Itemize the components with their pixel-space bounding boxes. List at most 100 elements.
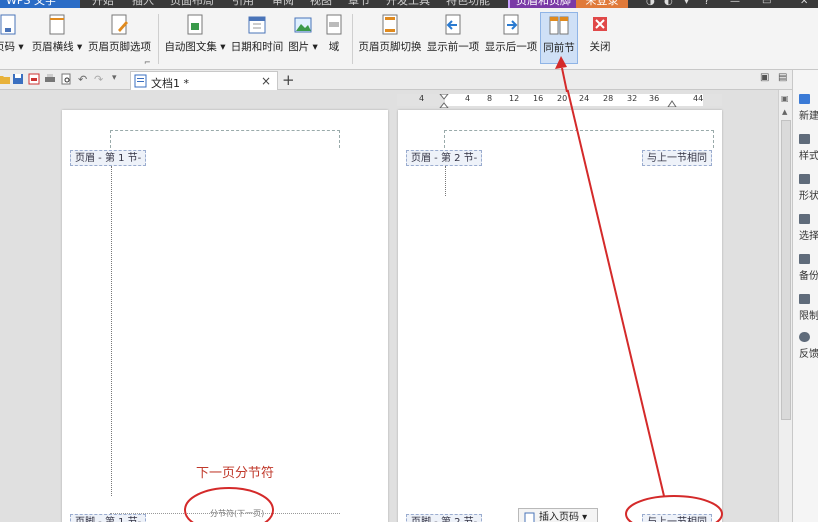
header-section-2-tag: 页眉 - 第 2 节-	[406, 150, 483, 166]
quick-access-dropdown-icon[interactable]: ▾	[112, 73, 124, 85]
footer-section-2-tag: 页脚 - 第 2 节-	[406, 514, 483, 522]
show-previous-button[interactable]: 显示前一项	[426, 12, 480, 64]
panel-backup-label: 备份	[799, 271, 818, 282]
panel-backup[interactable]: 备份	[799, 254, 818, 282]
menu-tab-header-footer[interactable]: 页眉和页脚	[508, 0, 577, 8]
panel-feedback-label: 反馈	[799, 349, 818, 360]
panel-restrict[interactable]: 限制	[799, 294, 818, 322]
page-section-2[interactable]: 页眉 - 第 2 节- 与上一节相同 页脚 - 第 2 节- 插入页码 ▾ 与上…	[398, 110, 722, 522]
header-footer-options-button[interactable]: 页眉页脚选项	[88, 12, 151, 64]
page-number-button[interactable]: 页码 ▾	[0, 12, 24, 64]
show-next-label: 显示后一项	[484, 41, 538, 53]
open-folder-icon[interactable]	[0, 73, 10, 85]
panel-select-label: 选择	[799, 231, 818, 242]
save-icon[interactable]	[12, 73, 24, 85]
help-icon[interactable]: ?	[704, 0, 709, 7]
panel-styles-label: 样式	[799, 151, 818, 162]
show-next-button[interactable]: 显示后一项	[484, 12, 538, 64]
minimize-icon[interactable]: —	[730, 0, 740, 7]
ruler-indent-marker-icon[interactable]	[439, 94, 449, 108]
panel-new[interactable]: 新建	[799, 94, 818, 122]
ruler-tick: 4	[465, 94, 471, 103]
feedback-icon[interactable]: ◐	[664, 0, 673, 7]
backup-icon	[799, 254, 810, 264]
picture-icon	[294, 17, 312, 33]
scroll-page-icon[interactable]: ▣	[781, 94, 789, 103]
annotation-arrow-line-upper	[561, 68, 568, 92]
header-footer-options-icon	[111, 14, 128, 35]
app-logo[interactable]: WPS 文字	[0, 0, 80, 8]
undo-icon[interactable]: ↶	[78, 73, 90, 86]
ruler-tick: 20	[557, 94, 568, 103]
panel-select[interactable]: 选择	[799, 214, 818, 242]
menu-tab-review[interactable]: 审阅	[272, 0, 294, 8]
scrollbar-thumb[interactable]	[781, 120, 791, 420]
scroll-up-arrow-icon[interactable]: ▲	[782, 108, 787, 116]
header-line-button[interactable]: 页眉横线 ▾	[30, 12, 84, 64]
field-button[interactable]: 域	[322, 12, 346, 64]
header-footer-options-label: 页眉页脚选项	[88, 41, 151, 53]
panel-shapes[interactable]: 形状	[799, 174, 818, 202]
menu-tab-section[interactable]: 章节	[348, 0, 370, 8]
ruler-right-indent-icon[interactable]	[667, 97, 677, 107]
panel-feedback[interactable]: 反馈	[799, 332, 818, 360]
print-icon[interactable]	[44, 73, 56, 85]
window-close-icon[interactable]: ✕	[800, 0, 808, 7]
menu-tab-features[interactable]: 特色功能	[446, 0, 490, 8]
shirt-icon[interactable]: ▾	[684, 0, 689, 7]
document-canvas[interactable]: 4 4 8 12 16 20 24 28 32 36 44 页眉 - 第 1 节…	[0, 90, 778, 522]
document-tab-close-icon[interactable]: ×	[261, 74, 271, 88]
window-split-icon[interactable]: ▤	[778, 72, 787, 83]
panel-new-label: 新建	[799, 111, 818, 122]
header-text-area[interactable]	[444, 130, 714, 148]
new-tab-button[interactable]: +	[282, 71, 295, 89]
page-section-1[interactable]: 页眉 - 第 1 节- 分节符(下一页) 页脚 - 第 1 节-	[62, 110, 388, 522]
select-icon	[799, 214, 810, 224]
menu-tab-home[interactable]: 开始	[92, 0, 114, 8]
page-number-icon	[0, 14, 16, 35]
tab-list-icon[interactable]: ▣	[760, 72, 769, 83]
vertical-scrollbar[interactable]: ▣ ▲	[778, 90, 792, 522]
restore-icon[interactable]: ▭	[762, 0, 771, 7]
date-time-button[interactable]: 日期和时间	[230, 12, 284, 64]
export-pdf-icon[interactable]	[28, 73, 40, 85]
autotext-button[interactable]: 自动图文集 ▾	[164, 12, 226, 64]
picture-label: 图片 ▾	[288, 41, 318, 53]
login-button[interactable]: 未登录	[576, 0, 628, 8]
ribbon-separator	[158, 14, 159, 64]
header-same-as-previous-tag: 与上一节相同	[642, 150, 712, 166]
paragraph-marks	[445, 166, 447, 196]
document-icon	[134, 74, 147, 88]
switch-header-footer-button[interactable]: 页眉页脚切换	[358, 12, 422, 64]
date-time-label: 日期和时间	[230, 41, 284, 53]
picture-button[interactable]: 图片 ▾	[288, 12, 318, 64]
same-as-previous-icon	[549, 16, 569, 35]
switch-header-footer-icon	[382, 14, 398, 35]
header-line-icon	[49, 14, 65, 35]
print-preview-icon[interactable]	[60, 73, 72, 85]
document-tab[interactable]: 文档1 * ×	[130, 71, 278, 90]
styles-icon	[799, 134, 810, 144]
close-icon	[593, 17, 607, 31]
panel-restrict-label: 限制	[799, 311, 818, 322]
menu-tab-developer[interactable]: 开发工具	[386, 0, 430, 8]
panel-styles[interactable]: 样式	[799, 134, 818, 162]
menu-tab-references[interactable]: 引用	[232, 0, 254, 8]
tab-bar: ↶ ↷ ▾ 文档1 * × + ▣ ▤	[0, 70, 818, 90]
insert-page-number-label: 插入页码 ▾	[539, 512, 588, 522]
field-icon	[326, 14, 342, 35]
horizontal-ruler[interactable]: 4 4 8 12 16 20 24 28 32 36 44	[397, 94, 722, 108]
header-text-area[interactable]	[110, 130, 340, 148]
header-section-1-tag: 页眉 - 第 1 节-	[70, 150, 147, 166]
redo-icon[interactable]: ↷	[94, 73, 106, 86]
skin-icon[interactable]: ◑	[646, 0, 655, 7]
menu-tab-view[interactable]: 视图	[310, 0, 332, 8]
insert-page-number-button[interactable]: 插入页码 ▾	[518, 508, 598, 522]
ruler-tick: 16	[533, 94, 544, 103]
ruler-tick: 44	[693, 94, 704, 103]
dialog-launcher-icon[interactable]: ⌐	[144, 58, 151, 67]
document-tab-title: 文档1 *	[151, 77, 189, 90]
menu-tab-insert[interactable]: 插入	[132, 0, 154, 8]
menu-tab-layout[interactable]: 页面布局	[170, 0, 214, 8]
close-header-footer-button[interactable]: 关闭	[584, 12, 616, 64]
